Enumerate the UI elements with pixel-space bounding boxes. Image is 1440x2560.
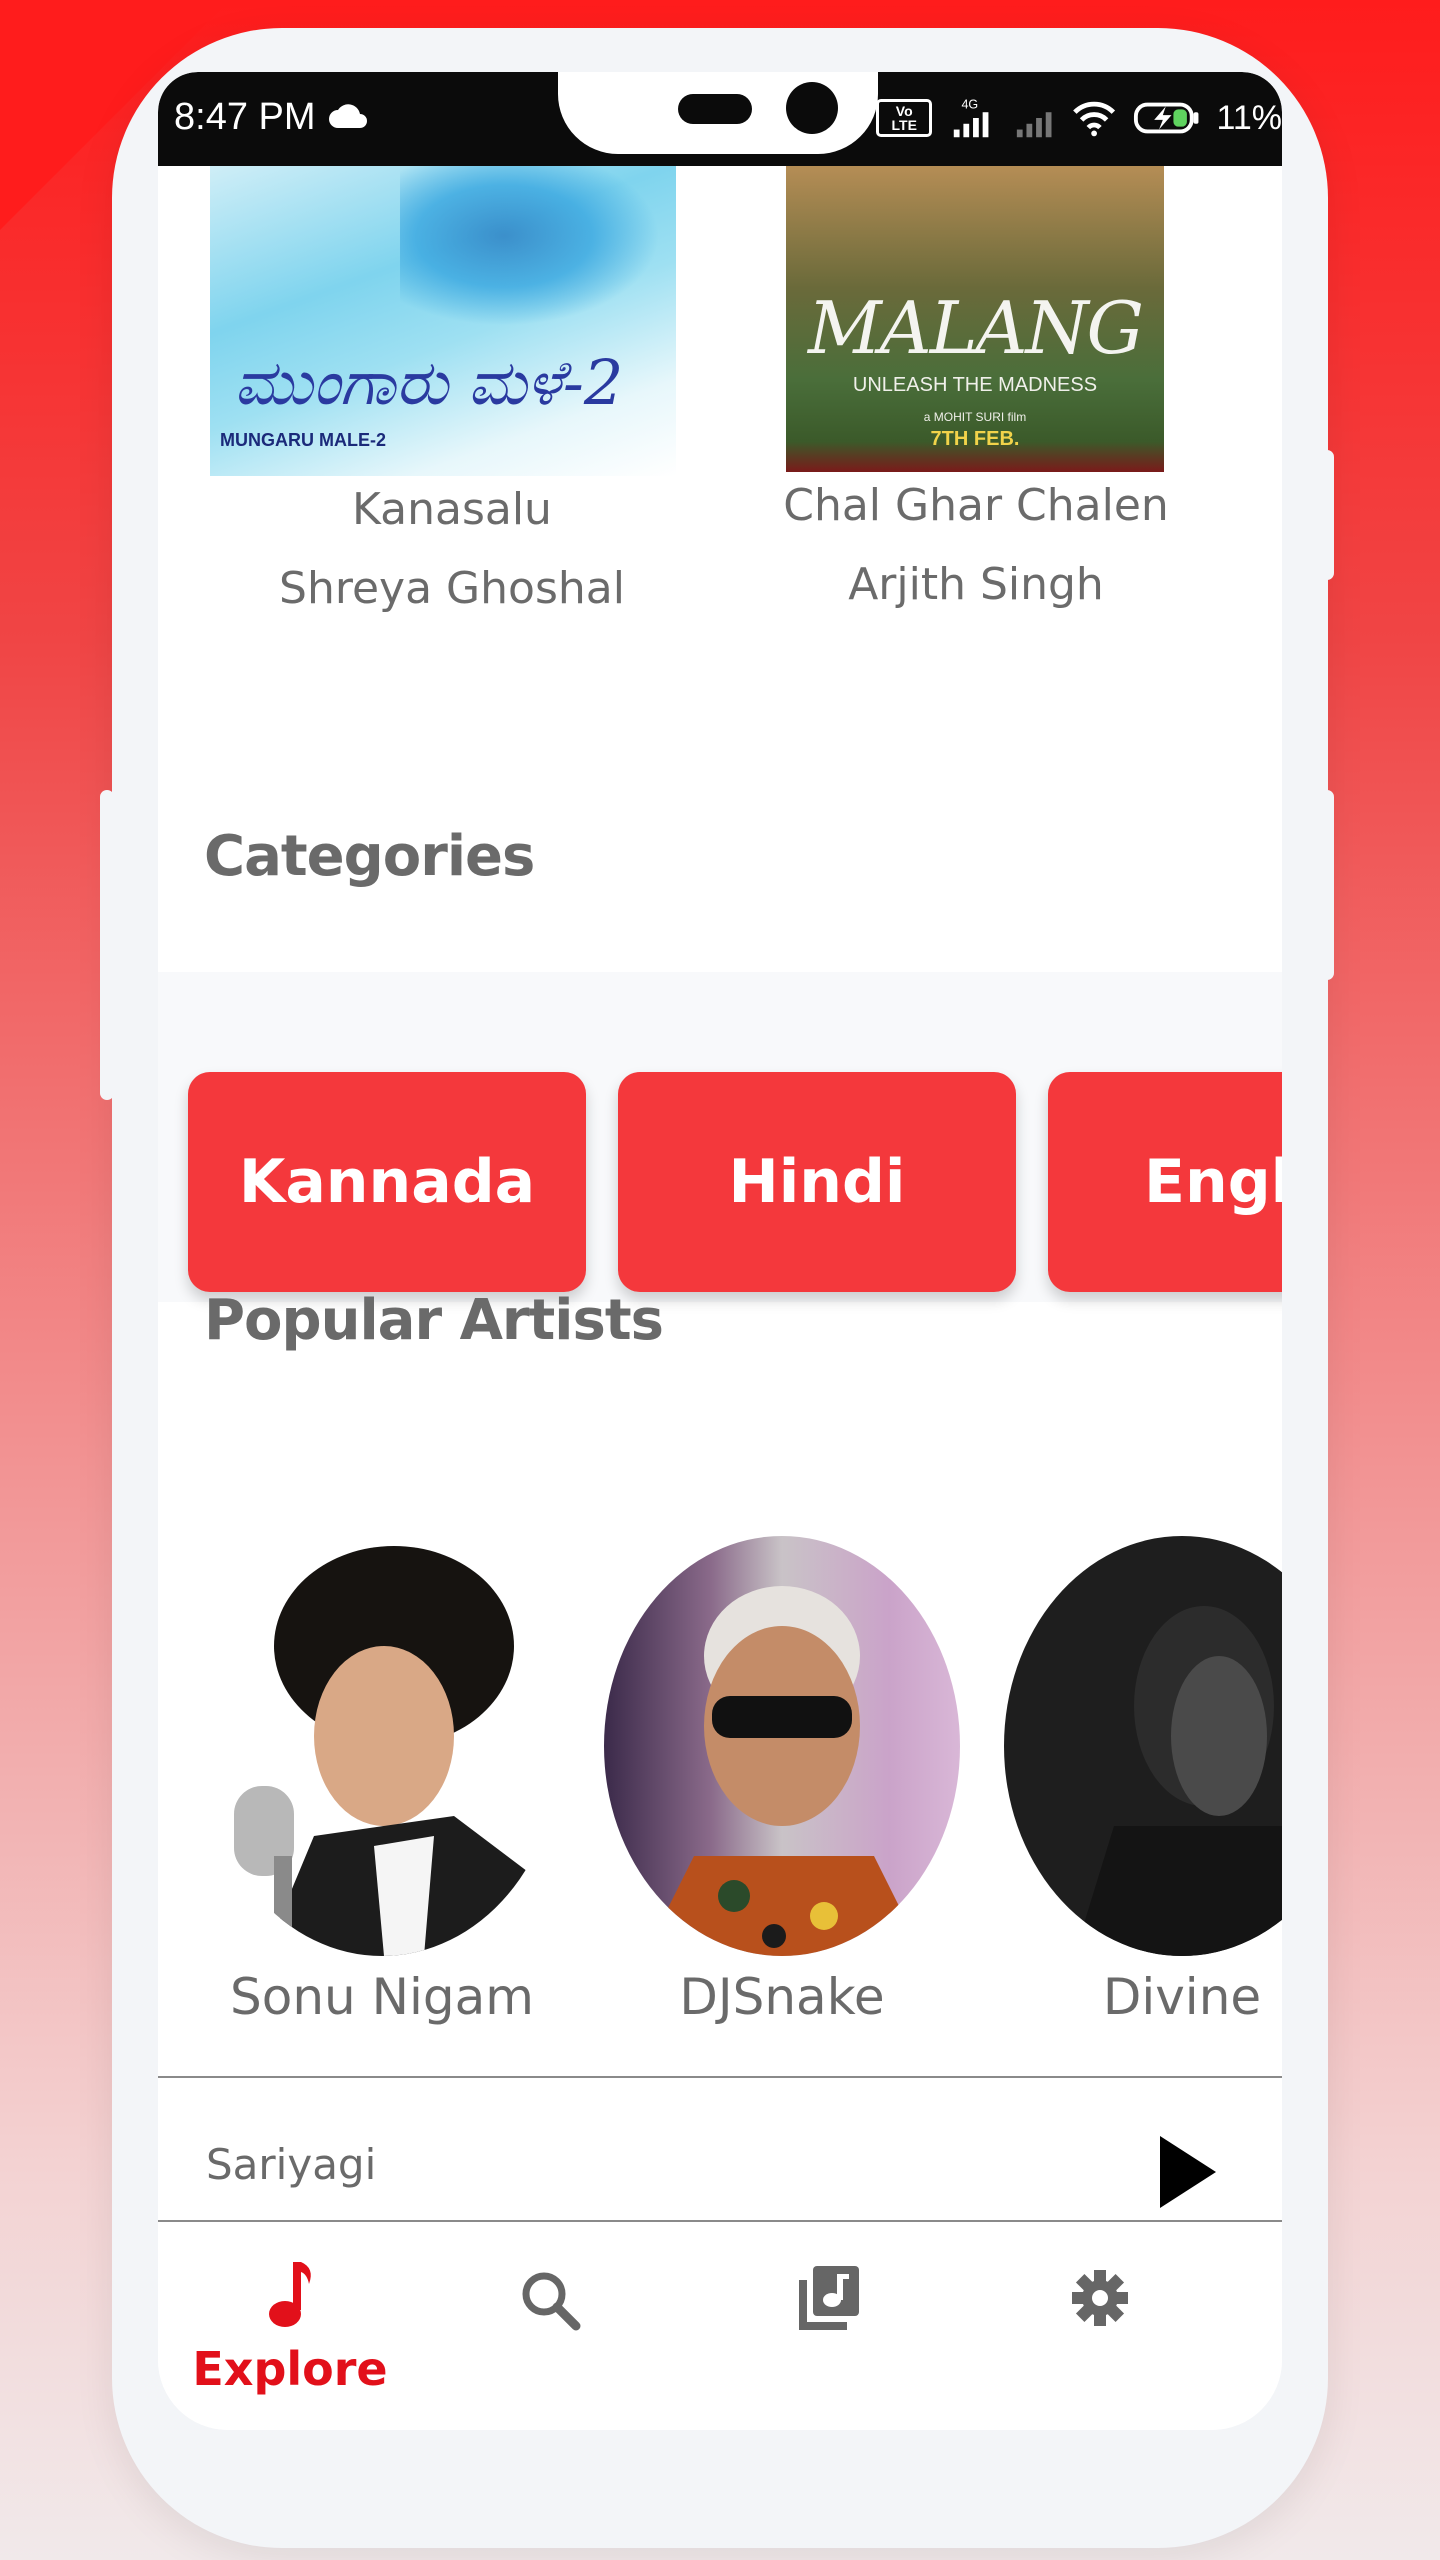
front-camera xyxy=(786,82,838,134)
song-title: Chal Ghar Chalen xyxy=(783,480,1169,531)
nav-search[interactable] xyxy=(450,2260,650,2340)
album-art-caption: MUNGARU MALE-2 xyxy=(220,430,386,450)
earpiece xyxy=(678,94,752,124)
category-button-kannada[interactable]: Kannada xyxy=(188,1072,586,1292)
album-art-director: a MOHIT SURI film xyxy=(923,410,1027,424)
artist-name: Divine xyxy=(1102,1968,1262,2026)
artist-avatar xyxy=(1004,1536,1282,1956)
player-top-divider xyxy=(158,2076,1282,2078)
music-note-icon xyxy=(269,2262,311,2327)
album-art-title: ಮುಂಗಾರು ಮಳೆ-2 xyxy=(234,346,624,419)
category-button-english[interactable]: Engli xyxy=(1048,1072,1282,1292)
status-icons: Vo LTE 4G 11% xyxy=(876,94,1282,142)
app-screen: 8:47 PM Vo LTE 4G 11% ಮುಂಗಾರು ಮಳೆ-2 MUNG… xyxy=(158,72,1282,2430)
battery-charging-icon xyxy=(1134,102,1199,134)
search-icon xyxy=(522,2272,581,2331)
artist-item[interactable]: Divine xyxy=(1004,1536,1282,2026)
album-art-release: 7TH FEB. xyxy=(930,428,1020,450)
artist-item[interactable]: DJSnake xyxy=(604,1536,960,2026)
artist-avatar xyxy=(604,1536,960,1956)
status-time: 8:47 PM xyxy=(174,96,316,138)
song-card[interactable]: ಮುಂಗಾರು ಮಳೆ-2 MUNGARU MALE-2 Kanasalu Sh… xyxy=(210,166,682,614)
battery-percentage: 11% xyxy=(1216,98,1282,137)
artist-avatar xyxy=(204,1536,560,1956)
categories-list: Kannada Hindi Engli xyxy=(188,1072,1282,1292)
play-icon[interactable] xyxy=(1152,2132,1222,2212)
album-art: MALANG UNLEASH THE MADNESS a MOHIT SURI … xyxy=(786,166,1164,472)
artist-name: Sonu Nigam xyxy=(230,1968,534,2026)
bottom-navigation: Explore xyxy=(158,2222,1282,2430)
song-card[interactable]: MALANG UNLEASH THE MADNESS a MOHIT SURI … xyxy=(746,166,1206,610)
album-art-title: MALANG xyxy=(807,286,1144,370)
song-artist: Shreya Ghoshal xyxy=(279,563,625,614)
artist-item[interactable]: Sonu Nigam xyxy=(204,1536,560,2026)
nav-explore-label: Explore xyxy=(192,2342,388,2396)
popular-artists-heading: Popular Artists xyxy=(204,1288,664,1353)
signal-empty-icon xyxy=(1016,112,1052,138)
song-artist: Arjith Singh xyxy=(848,559,1104,610)
nav-settings[interactable] xyxy=(1000,2260,1200,2340)
artist-name: DJSnake xyxy=(679,1968,885,2026)
category-button-hindi[interactable]: Hindi xyxy=(618,1072,1016,1292)
library-music-icon xyxy=(799,2266,859,2330)
categories-heading: Categories xyxy=(204,824,535,889)
side-button-right-bottom xyxy=(1320,790,1334,980)
cloud-icon xyxy=(329,104,367,128)
network-type: 4G xyxy=(962,97,979,111)
volte-icon: Vo LTE xyxy=(876,99,933,137)
wifi-icon xyxy=(1073,101,1115,137)
side-button-right-top xyxy=(1320,450,1334,580)
album-art-tagline: UNLEASH THE MADNESS xyxy=(852,374,1098,396)
nav-explore[interactable]: Explore xyxy=(190,2260,390,2396)
song-title: Kanasalu xyxy=(352,484,552,535)
side-button-left xyxy=(100,790,114,1100)
status-bar: 8:47 PM Vo LTE 4G 11% xyxy=(158,72,1282,166)
signal-icon: 4G xyxy=(954,97,989,138)
artists-list: Sonu Nigam DJSnake Divine xyxy=(158,1536,1282,2026)
album-art: ಮುಂಗಾರು ಮಳೆ-2 MUNGARU MALE-2 xyxy=(210,166,676,476)
settings-icon xyxy=(1072,2270,1128,2326)
now-playing-title[interactable]: Sariyagi xyxy=(206,2140,376,2189)
nav-library[interactable] xyxy=(728,2260,928,2340)
